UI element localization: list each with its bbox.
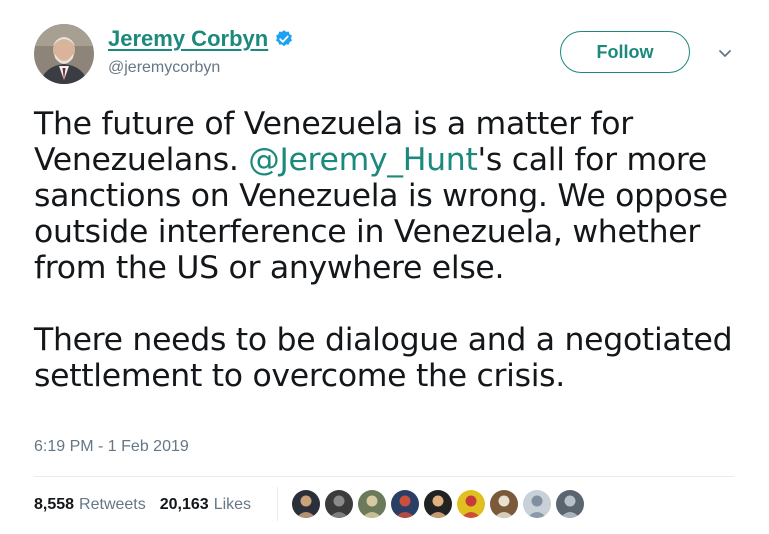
- tweet-paragraph-2: There needs to be dialogue and a negotia…: [34, 322, 733, 394]
- divider: [34, 476, 734, 477]
- liker-avatar[interactable]: [356, 488, 388, 520]
- avatar-image: [34, 24, 94, 84]
- liker-avatar[interactable]: [389, 488, 421, 520]
- avatar[interactable]: [34, 24, 94, 84]
- liker-avatar[interactable]: [488, 488, 520, 520]
- likes-count: 20,163: [159, 496, 209, 513]
- tweet-timestamp[interactable]: 6:19 PM - 1 Feb 2019: [34, 437, 189, 457]
- liker-avatar[interactable]: [554, 488, 586, 520]
- liker-avatar[interactable]: [455, 488, 487, 520]
- stats-separator: [277, 487, 278, 521]
- liker-avatar[interactable]: [521, 488, 553, 520]
- user-handle[interactable]: @jeremycorbyn: [108, 58, 220, 78]
- tweet-card: Jeremy Corbyn @jeremycorbyn Follow The f…: [0, 0, 769, 534]
- tweet-stats: 8,558 Retweets 20,163 Likes: [34, 495, 265, 515]
- mention-link[interactable]: @Jeremy_Hunt: [248, 142, 478, 178]
- likes-stat[interactable]: 20,163 Likes: [160, 495, 251, 515]
- verified-badge-icon: [274, 29, 294, 49]
- retweets-count: 8,558: [34, 496, 75, 513]
- tweet-paragraph-1: The future of Venezuela is a matter for …: [34, 106, 754, 286]
- liker-avatar[interactable]: [323, 488, 355, 520]
- follow-button[interactable]: Follow: [560, 31, 690, 73]
- liker-avatar[interactable]: [422, 488, 454, 520]
- retweets-stat[interactable]: 8,558 Retweets: [34, 495, 146, 515]
- chevron-down-icon[interactable]: [715, 43, 735, 63]
- name-row: Jeremy Corbyn: [108, 26, 294, 52]
- liker-avatar[interactable]: [290, 488, 322, 520]
- likes-label: Likes: [213, 496, 252, 513]
- tweet-text: The future of Venezuela is a matter for …: [34, 106, 754, 394]
- retweets-label: Retweets: [79, 496, 146, 513]
- display-name[interactable]: Jeremy Corbyn: [108, 26, 268, 52]
- liker-avatars: [290, 488, 587, 520]
